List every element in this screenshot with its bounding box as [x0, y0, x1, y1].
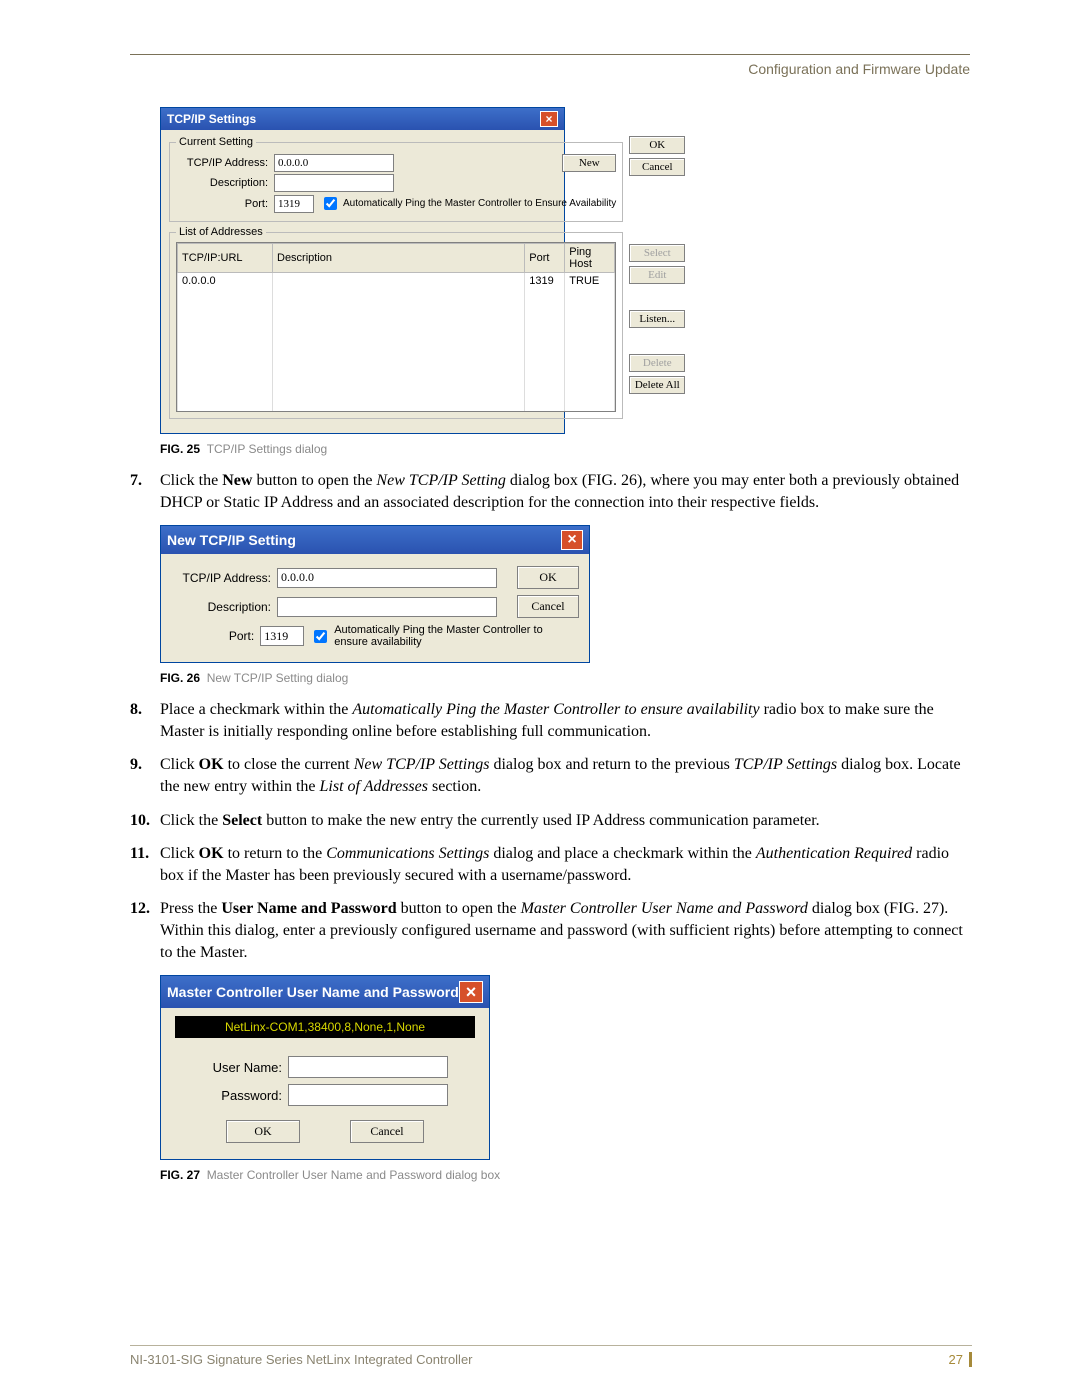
ok-button[interactable]: OK: [226, 1120, 300, 1143]
dialog-title: New TCP/IP Setting: [167, 532, 296, 548]
ok-button[interactable]: OK: [629, 136, 685, 154]
select-button: Select: [629, 244, 685, 262]
col-url[interactable]: TCP/IP:URL: [178, 244, 273, 273]
table-row[interactable]: 0.0.0.0 1319 TRUE: [178, 273, 615, 290]
address-input[interactable]: [274, 154, 394, 172]
new-button[interactable]: New: [562, 154, 616, 172]
step-num: 8.: [130, 699, 160, 742]
cancel-button[interactable]: Cancel: [517, 595, 579, 618]
table-row: [178, 394, 615, 409]
step-num: 12.: [130, 898, 160, 963]
col-ping[interactable]: Ping Host: [565, 244, 615, 273]
delete-all-button[interactable]: Delete All: [629, 376, 685, 394]
fig27-caption: FIG. 27 Master Controller User Name and …: [160, 1168, 970, 1182]
close-icon[interactable]: ×: [540, 111, 558, 127]
edit-button: Edit: [629, 266, 685, 284]
master-controller-auth-dialog: Master Controller User Name and Password…: [160, 975, 490, 1160]
step-8: Place a checkmark within the Automatical…: [160, 699, 970, 742]
dialog-title: Master Controller User Name and Password: [167, 984, 459, 1000]
label-address: TCP/IP Address:: [171, 571, 271, 585]
ping-checkbox-label[interactable]: Automatically Ping the Master Controller…: [320, 194, 616, 213]
footer-doc-title: NI-3101-SIG Signature Series NetLinx Int…: [130, 1352, 473, 1367]
step-11: Click OK to return to the Communications…: [160, 843, 970, 886]
step-7: Click the New button to open the New TCP…: [160, 470, 970, 513]
table-row: [178, 334, 615, 349]
label-password: Password:: [202, 1088, 282, 1103]
table-row: [178, 349, 615, 364]
table-row: [178, 289, 615, 304]
page-header: Configuration and Firmware Update: [130, 61, 970, 77]
connection-string: NetLinx-COM1,38400,8,None,1,None: [175, 1016, 475, 1038]
listen-button[interactable]: Listen...: [629, 310, 685, 328]
fig26-caption: FIG. 26 New TCP/IP Setting dialog: [160, 671, 970, 685]
titlebar: TCP/IP Settings ×: [161, 108, 564, 130]
cancel-button[interactable]: Cancel: [629, 158, 685, 176]
step-num: 9.: [130, 754, 160, 797]
password-input[interactable]: [288, 1084, 448, 1106]
cell-url: 0.0.0.0: [178, 273, 273, 290]
close-icon[interactable]: ×: [459, 981, 483, 1003]
step-12: Press the User Name and Password button …: [160, 898, 970, 963]
username-input[interactable]: [288, 1056, 448, 1078]
description-input[interactable]: [277, 597, 497, 617]
list-addresses-group: List of Addresses TCP/IP:URL Description…: [169, 226, 623, 419]
col-desc[interactable]: Description: [273, 244, 525, 273]
ok-button[interactable]: OK: [517, 566, 579, 589]
ping-label: Automatically Ping the Master Controller…: [334, 624, 579, 648]
description-input[interactable]: [274, 174, 394, 192]
table-row: [178, 319, 615, 334]
table-row: [178, 379, 615, 394]
current-setting-group: Current Setting TCP/IP Address: New Desc…: [169, 136, 623, 222]
col-port[interactable]: Port: [525, 244, 565, 273]
port-input[interactable]: [260, 626, 304, 646]
group-label: Current Setting: [176, 136, 256, 148]
cell-port: 1319: [525, 273, 565, 290]
label-username: User Name:: [202, 1060, 282, 1075]
table-row: [178, 409, 615, 412]
step-num: 11.: [130, 843, 160, 886]
ping-label: Automatically Ping the Master Controller…: [343, 198, 616, 209]
step-9: Click OK to close the current New TCP/IP…: [160, 754, 970, 797]
label-address: TCP/IP Address:: [176, 157, 268, 169]
ping-checkbox[interactable]: [324, 197, 337, 210]
titlebar: Master Controller User Name and Password…: [161, 976, 489, 1008]
page-number: 27: [949, 1352, 972, 1367]
step-10: Click the Select button to make the new …: [160, 810, 970, 832]
cell-desc: [273, 273, 525, 290]
step-num: 7.: [130, 470, 160, 513]
address-table[interactable]: TCP/IP:URL Description Port Ping Host 0.…: [177, 243, 615, 412]
port-input[interactable]: [274, 195, 314, 213]
step-num: 10.: [130, 810, 160, 832]
table-row: [178, 364, 615, 379]
address-table-container: TCP/IP:URL Description Port Ping Host 0.…: [176, 242, 616, 412]
close-icon[interactable]: ×: [561, 530, 583, 550]
cell-ping: TRUE: [565, 273, 615, 290]
ping-checkbox[interactable]: [314, 630, 327, 643]
new-tcpip-dialog: New TCP/IP Setting × TCP/IP Address: OK …: [160, 525, 590, 663]
titlebar: New TCP/IP Setting ×: [161, 526, 589, 554]
label-description: Description:: [176, 177, 268, 189]
delete-button: Delete: [629, 354, 685, 372]
cancel-button[interactable]: Cancel: [350, 1120, 424, 1143]
table-row: [178, 304, 615, 319]
group-label: List of Addresses: [176, 226, 266, 238]
ping-checkbox-label[interactable]: Automatically Ping the Master Controller…: [310, 624, 579, 648]
dialog-title: TCP/IP Settings: [167, 112, 256, 126]
tcpip-settings-dialog: TCP/IP Settings × Current Setting TCP/IP…: [160, 107, 565, 434]
label-port: Port:: [176, 198, 268, 210]
label-port: Port:: [171, 629, 254, 643]
address-input[interactable]: [277, 568, 497, 588]
fig25-caption: FIG. 25 TCP/IP Settings dialog: [160, 442, 970, 456]
label-description: Description:: [171, 600, 271, 614]
